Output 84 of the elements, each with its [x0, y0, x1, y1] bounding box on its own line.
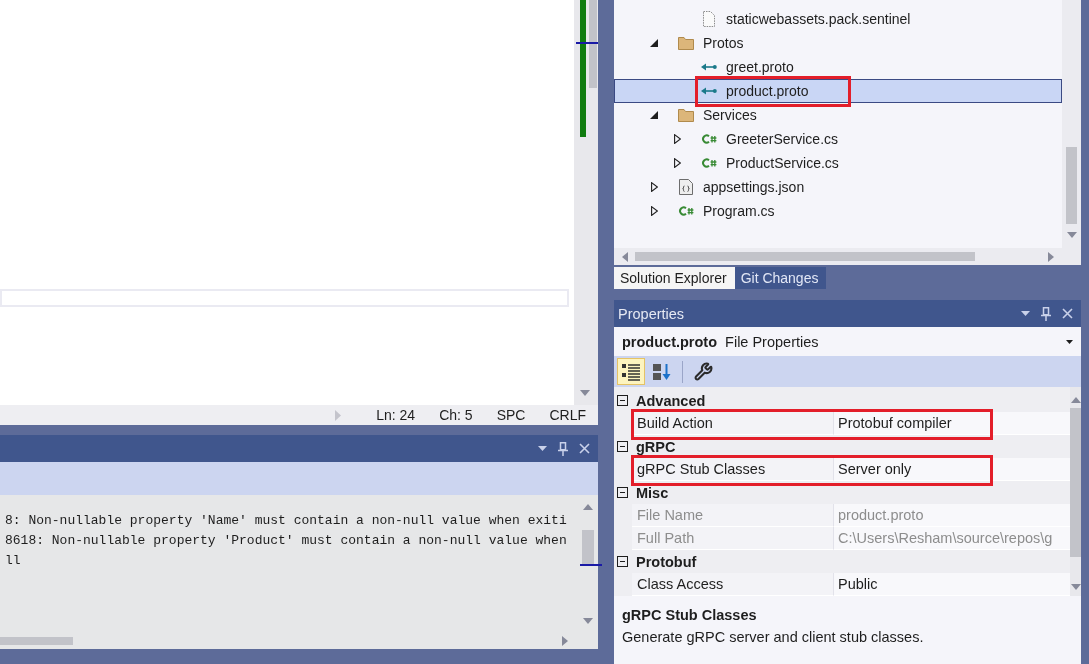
scrollbar-thumb[interactable] — [589, 0, 597, 88]
explorer-tab[interactable]: Git Changes — [734, 267, 827, 289]
expand-arrow-icon[interactable] — [673, 158, 681, 168]
scrollbar-thumb[interactable] — [635, 252, 975, 261]
scrollbar-thumb[interactable] — [1070, 408, 1081, 557]
tree-item[interactable]: GreeterService.cs — [614, 127, 1062, 151]
collapse-icon[interactable] — [617, 487, 628, 498]
output-line: ll — [5, 552, 22, 570]
arrow-icon — [701, 63, 717, 71]
collapse-icon[interactable] — [617, 395, 628, 406]
dropdown-icon[interactable] — [538, 446, 547, 451]
categorized-list-icon — [621, 362, 641, 381]
column-indicator: Ch: 5 — [439, 407, 473, 423]
scroll-down-arrow-icon[interactable] — [583, 618, 593, 624]
c-sharp-icon — [701, 133, 717, 145]
scroll-right-arrow-icon[interactable] — [562, 636, 568, 646]
collapse-arrow-icon[interactable] — [650, 111, 658, 119]
explorer-tab[interactable]: Solution Explorer — [614, 267, 735, 289]
property-value[interactable]: Public — [833, 573, 1070, 596]
whitespace-indicator: SPC — [496, 407, 526, 423]
line-indicator: Ln: 24 — [376, 407, 416, 423]
c-sharp-icon — [701, 157, 717, 169]
collapse-icon[interactable] — [617, 556, 628, 567]
description-text: Generate gRPC server and client stub classes. — [622, 628, 925, 647]
category-header[interactable]: Protobuf — [614, 550, 1070, 573]
output-line: 8618: Non-nullable property 'Product' must contain a non-null value when — [5, 532, 568, 550]
collapse-arrow-icon[interactable] — [650, 39, 658, 47]
tree-item[interactable]: staticwebassets.pack.sentinel — [614, 7, 1062, 31]
scroll-down-arrow-icon[interactable] — [580, 390, 590, 396]
folder-icon — [678, 108, 694, 122]
scrollbar-thumb[interactable] — [582, 530, 594, 564]
collapse-icon[interactable] — [617, 441, 628, 452]
tree-item[interactable]: Protos — [614, 31, 1062, 55]
scroll-left-arrow-icon[interactable] — [622, 251, 628, 262]
close-icon[interactable] — [1062, 308, 1073, 319]
right-arrow-icon — [335, 409, 342, 421]
braces-file-icon — [679, 179, 693, 195]
tree-item[interactable]: ProductService.cs — [614, 151, 1062, 175]
arrow-icon — [701, 87, 717, 95]
scroll-down-arrow-icon[interactable] — [1066, 232, 1077, 238]
caret-icon[interactable] — [1066, 339, 1073, 344]
tree-item[interactable]: greet.proto — [614, 55, 1062, 79]
scrollbar-thumb[interactable] — [1066, 147, 1077, 224]
tree-item[interactable]: Services — [614, 103, 1062, 127]
close-icon[interactable] — [579, 443, 590, 454]
dropdown-icon[interactable] — [1021, 311, 1030, 316]
pin-icon[interactable] — [1041, 306, 1051, 321]
property-name[interactable]: gRPC Stub Classes — [632, 458, 833, 481]
object-name: product.proto — [622, 333, 718, 350]
caret-marker — [576, 42, 598, 44]
line-ending-indicator: CRLF — [549, 407, 586, 423]
property-value[interactable]: Server only — [833, 458, 1070, 481]
sort-icon — [652, 362, 672, 381]
panel-title: Properties — [618, 305, 685, 322]
expand-arrow-icon[interactable] — [673, 134, 681, 144]
category-header[interactable]: Misc — [614, 481, 1070, 504]
property-name[interactable]: Class Access — [632, 573, 833, 596]
output-line: 8: Non-nullable property 'Name' must contain a non-null value when exiti — [5, 512, 568, 530]
wrench-icon — [693, 362, 713, 381]
pin-icon[interactable] — [558, 441, 568, 456]
scroll-right-arrow-icon[interactable] — [1048, 251, 1054, 262]
scroll-down-arrow-icon[interactable] — [1070, 584, 1081, 590]
vertical-scrollbar[interactable] — [1062, 0, 1081, 248]
categorized-view-button[interactable] — [617, 358, 645, 385]
category-header[interactable]: gRPC — [614, 435, 1070, 458]
property-value[interactable]: Protobuf compiler — [833, 412, 1070, 435]
tree-item[interactable]: appsettings.json — [614, 175, 1062, 199]
property-name[interactable]: Build Action — [632, 412, 833, 435]
vertical-scrollbar[interactable] — [1070, 387, 1081, 596]
object-type: File Properties — [725, 333, 819, 350]
folder-icon — [678, 36, 694, 50]
c-sharp-icon — [678, 205, 694, 217]
scroll-up-arrow-icon[interactable] — [1070, 397, 1081, 403]
description-title: gRPC Stub Classes — [622, 606, 758, 625]
caret-marker — [580, 564, 602, 566]
expand-arrow-icon[interactable] — [650, 206, 658, 216]
file-icon — [703, 11, 715, 27]
category-header[interactable]: Advanced — [614, 389, 1070, 412]
horizontal-scrollbar[interactable] — [614, 248, 1062, 265]
tree-item[interactable]: Program.cs — [614, 199, 1062, 223]
vertical-scrollbar[interactable] — [574, 0, 598, 405]
scroll-up-arrow-icon[interactable] — [583, 504, 593, 510]
expand-arrow-icon[interactable] — [650, 182, 658, 192]
scrollbar-thumb[interactable] — [0, 637, 73, 645]
